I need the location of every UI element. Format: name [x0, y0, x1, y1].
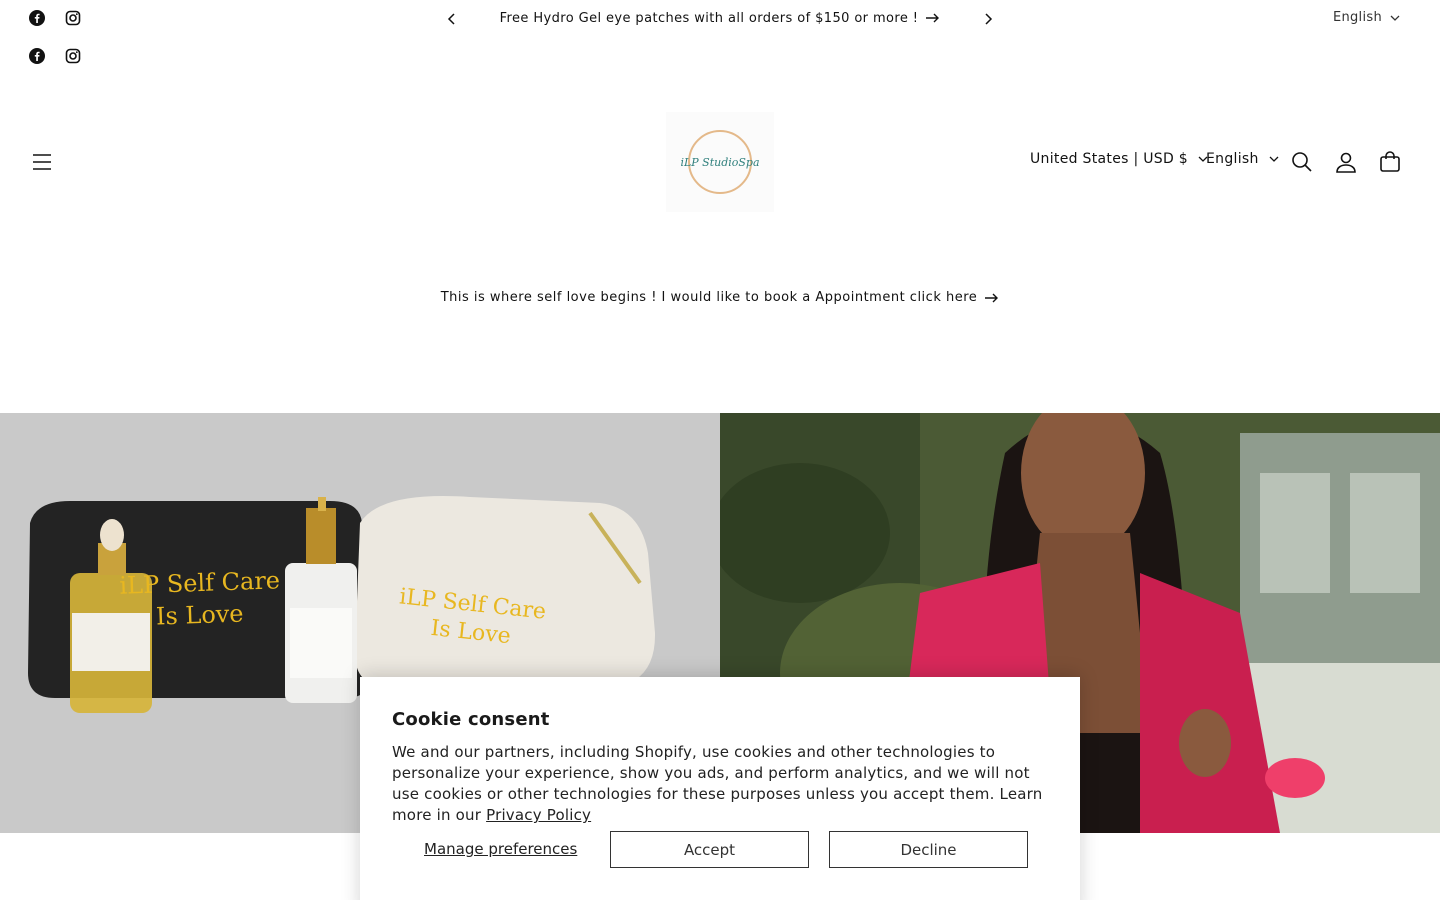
decline-button[interactable]: Decline: [829, 831, 1028, 868]
facebook-icon[interactable]: [28, 9, 46, 27]
arrow-right-icon: [985, 293, 999, 302]
cart-icon: [1380, 151, 1400, 172]
announcement-text: Free Hydro Gel eye patches with all orde…: [499, 10, 919, 26]
chevron-right-icon: [985, 13, 993, 25]
instagram-icon[interactable]: [64, 47, 82, 65]
promo-text: This is where self love begins ! I would…: [440, 290, 978, 305]
arrow-right-icon: [926, 13, 940, 23]
instagram-icon[interactable]: [64, 9, 82, 27]
black-bag-print-line2: Is Love: [155, 599, 244, 630]
book-appointment-link[interactable]: This is where self love begins ! I would…: [441, 290, 1000, 305]
cookie-actions: Manage preferences Accept Decline: [392, 831, 1048, 869]
announcement-prev-button[interactable]: [442, 9, 462, 29]
facebook-icon[interactable]: [28, 47, 46, 65]
hamburger-icon: [33, 154, 51, 170]
chevron-down-icon: [1390, 15, 1400, 21]
announcement-message[interactable]: Free Hydro Gel eye patches with all orde…: [480, 0, 960, 36]
announcement-bar: Free Hydro Gel eye patches with all orde…: [0, 0, 1440, 64]
language-selector[interactable]: English: [1206, 151, 1279, 167]
menu-button[interactable]: [30, 150, 54, 174]
accept-button[interactable]: Accept: [610, 831, 809, 868]
promo-section: This is where self love begins ! I would…: [0, 290, 1440, 305]
chevron-down-icon: [1269, 156, 1279, 162]
language-label: English: [1332, 10, 1382, 25]
black-bag-print-line1: iLP Self Care: [119, 566, 280, 600]
store-logo[interactable]: iLP StudioSpa: [666, 112, 774, 212]
logo-text: iLP StudioSpa: [680, 155, 760, 169]
cookie-body: We and our partners, including Shopify, …: [392, 742, 1048, 826]
language-label: English: [1206, 151, 1259, 167]
privacy-policy-link[interactable]: Privacy Policy: [486, 806, 591, 824]
logo-ring: iLP StudioSpa: [680, 130, 760, 194]
cart-button[interactable]: [1377, 149, 1403, 175]
account-button[interactable]: [1333, 149, 1359, 175]
announcement-next-button[interactable]: [978, 9, 998, 29]
country-label: United States | USD $: [1030, 151, 1188, 167]
language-selector-top[interactable]: English: [1333, 10, 1400, 25]
cookie-title: Cookie consent: [392, 709, 550, 730]
manage-preferences-link[interactable]: Manage preferences: [424, 840, 577, 858]
social-links-top: [28, 9, 82, 27]
search-icon: [1292, 152, 1312, 172]
search-button[interactable]: [1289, 149, 1315, 175]
social-links-secondary: [28, 47, 82, 65]
user-icon: [1336, 152, 1356, 173]
cookie-consent-dialog: Cookie consent We and our partners, incl…: [360, 677, 1080, 900]
country-selector[interactable]: United States | USD $: [1030, 151, 1208, 167]
chevron-left-icon: [447, 13, 455, 25]
